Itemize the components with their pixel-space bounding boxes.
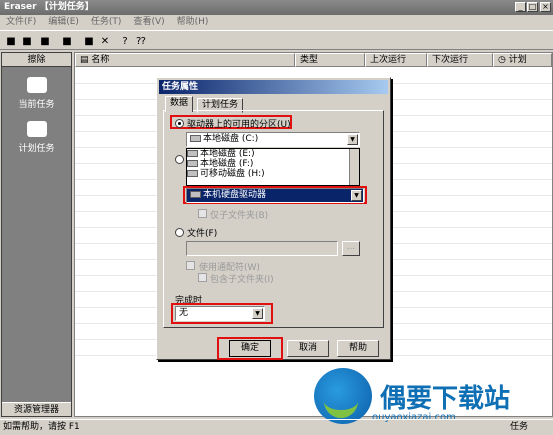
help-icon[interactable]: ?	[118, 34, 132, 48]
sidebar-item-current-tasks[interactable]: 当前任务	[2, 77, 71, 110]
toolbar: ■ ■ ■ ■ ■ ✕ ? ⁇	[0, 30, 553, 50]
minimize-button[interactable]: _	[515, 2, 526, 12]
column-type[interactable]: 类型	[295, 53, 365, 67]
file-path-field[interactable]	[186, 241, 338, 256]
include-subfolders-checkbox[interactable]	[198, 273, 207, 282]
close-button[interactable]: ×	[540, 2, 551, 12]
column-next-run[interactable]: 下次运行	[427, 53, 493, 67]
watermark-logo	[314, 368, 372, 424]
schedule-icon	[26, 121, 47, 137]
partition-radio-label: 驱动器上的可用的分区(U)	[187, 120, 291, 130]
clock-icon: ◷	[498, 55, 509, 65]
column-last-run[interactable]: 上次运行	[365, 53, 427, 67]
drive-dropdown-list[interactable]: 本地磁盘 (E:) 本地磁盘 (F:) 可移动磁盘 (H:)	[186, 148, 360, 186]
column-schedule[interactable]: ◷ 计划	[493, 53, 552, 67]
maximize-button[interactable]: □	[527, 2, 538, 12]
drive-icon	[190, 191, 201, 198]
list-item[interactable]: 可移动磁盘 (H:)	[187, 169, 359, 179]
status-task-count: 任务	[510, 422, 529, 432]
help-button[interactable]: 帮助	[337, 340, 379, 357]
list-item[interactable]: 本地磁盘 (E:)	[187, 149, 359, 159]
wildcard-checkbox[interactable]	[186, 261, 195, 270]
sidebar-item-scheduled-tasks[interactable]: 计划任务	[2, 121, 71, 154]
tab-data[interactable]: 数据	[165, 96, 194, 112]
properties-icon[interactable]: ■	[82, 34, 96, 48]
new-file-icon[interactable]: ■	[20, 34, 34, 48]
sidebar-explorer-button[interactable]: 资源管理器	[2, 402, 71, 416]
list-item[interactable]: 本地磁盘 (F:)	[187, 159, 359, 169]
cancel-button[interactable]: 取消	[287, 340, 329, 357]
menu-task[interactable]: 任务(T)	[91, 17, 122, 27]
new-task-icon[interactable]: ■	[4, 34, 18, 48]
partition-radio[interactable]	[175, 119, 184, 128]
dialog-title: 任务属性	[159, 80, 388, 94]
files-radio[interactable]	[175, 155, 184, 164]
file-radio-label: 文件(F)	[187, 229, 218, 239]
sidebar-header: 擦除	[2, 53, 71, 67]
sidebar: 擦除 当前任务 计划任务 资源管理器	[1, 52, 72, 417]
file-radio[interactable]	[175, 228, 184, 237]
window-title: Eraser 【计划任务】	[0, 0, 553, 15]
drive-icon	[187, 160, 198, 167]
menu-edit[interactable]: 编辑(E)	[48, 17, 79, 27]
chevron-down-icon[interactable]: ▼	[351, 190, 362, 201]
open-icon[interactable]: ■	[38, 34, 52, 48]
chevron-down-icon[interactable]: ▼	[252, 308, 263, 319]
task-properties-dialog: 任务属性 数据 计划任务 驱动器上的可用的分区(U) 本地磁盘 (C:) ▼ 本…	[156, 77, 391, 360]
document-icon	[26, 77, 47, 93]
watermark-text: 偶要下载站	[380, 384, 511, 414]
save-icon[interactable]: ■	[60, 34, 74, 48]
include-subfolders-label: 包含子文件夹(I)	[210, 275, 274, 285]
drive-icon	[190, 135, 201, 142]
menu-help[interactable]: 帮助(H)	[177, 17, 209, 27]
browse-button[interactable]: ...	[342, 241, 360, 256]
column-name[interactable]: ▤ 名称	[75, 53, 295, 67]
drive-icon	[187, 170, 198, 177]
delete-icon[interactable]: ✕	[98, 34, 112, 48]
selected-drive-select[interactable]: 本机硬盘驱动器 ▼	[186, 188, 364, 203]
data-panel: 驱动器上的可用的分区(U) 本地磁盘 (C:) ▼ 本地磁盘 (E:) 本地磁盘…	[163, 110, 384, 328]
ok-button[interactable]: 确定	[229, 340, 271, 357]
on-complete-select[interactable]: 无 ▼	[175, 306, 265, 321]
list-header-icon: ▤	[80, 55, 92, 65]
status-bar: 如需帮助，请按 F1 任务	[0, 419, 553, 435]
menu-view[interactable]: 查看(V)	[133, 17, 164, 27]
subfolder-only-label: 仅子文件夹(B)	[210, 211, 269, 221]
chevron-down-icon[interactable]: ▼	[347, 134, 358, 145]
list-scrollbar[interactable]	[349, 149, 359, 185]
context-help-icon[interactable]: ⁇	[134, 34, 148, 48]
partition-select[interactable]: 本地磁盘 (C:) ▼	[186, 132, 360, 147]
menu-bar: 文件(F) 编辑(E) 任务(T) 查看(V) 帮助(H)	[0, 15, 553, 29]
menu-file[interactable]: 文件(F)	[6, 17, 36, 27]
subfolder-only-checkbox[interactable]	[198, 209, 207, 218]
drive-icon	[187, 150, 198, 157]
status-help-text: 如需帮助，请按 F1	[3, 422, 80, 432]
